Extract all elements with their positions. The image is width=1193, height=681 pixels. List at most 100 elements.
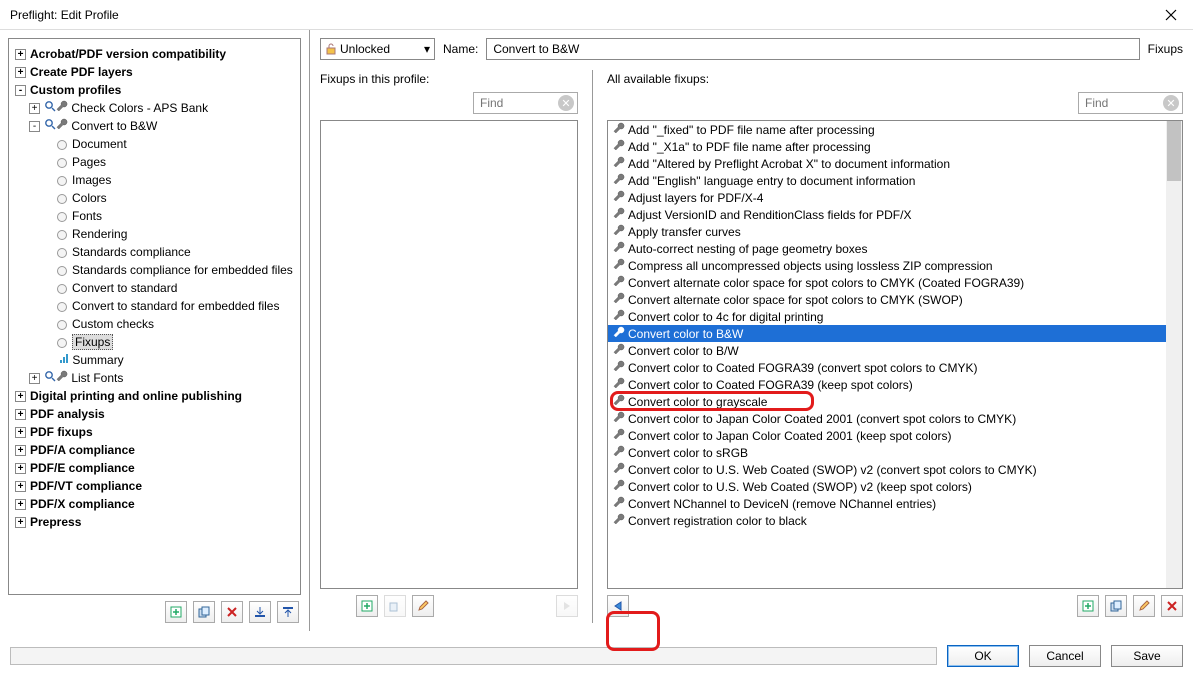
- tree-item-label: List Fonts: [71, 371, 123, 385]
- list-item[interactable]: Convert alternate color space for spot c…: [608, 291, 1182, 308]
- expand-icon[interactable]: +: [15, 49, 26, 60]
- list-item[interactable]: Convert color to Japan Color Coated 2001…: [608, 427, 1182, 444]
- tree-item[interactable]: + Create PDF layers: [15, 63, 296, 81]
- list-item[interactable]: Add "Altered by Preflight Acrobat X" to …: [608, 155, 1182, 172]
- list-item-label: Adjust VersionID and RenditionClass fiel…: [628, 208, 911, 222]
- tree-item[interactable]: +PDF/A compliance: [15, 441, 296, 459]
- tree-item[interactable]: Standards compliance: [43, 243, 296, 261]
- expand-icon[interactable]: +: [15, 391, 26, 402]
- list-item[interactable]: Convert alternate color space for spot c…: [608, 274, 1182, 291]
- duplicate-profile-button[interactable]: [193, 601, 215, 623]
- new-profile-button[interactable]: [165, 601, 187, 623]
- move-left-button[interactable]: [607, 595, 629, 617]
- tree-item[interactable]: Images: [43, 171, 296, 189]
- expand-icon[interactable]: +: [15, 409, 26, 420]
- tree-item[interactable]: +PDF fixups: [15, 423, 296, 441]
- expand-icon[interactable]: +: [29, 103, 40, 114]
- list-item[interactable]: Auto-correct nesting of page geometry bo…: [608, 240, 1182, 257]
- collapse-icon[interactable]: -: [29, 121, 40, 132]
- profile-tree[interactable]: +Acrobat/PDF version compatibility+Creat…: [8, 38, 301, 595]
- expand-icon[interactable]: +: [15, 445, 26, 456]
- lock-dropdown[interactable]: Unlocked ▾: [320, 38, 435, 60]
- tree-item[interactable]: - Convert to B&W: [29, 117, 296, 135]
- list-item[interactable]: Add "_X1a" to PDF file name after proces…: [608, 138, 1182, 155]
- list-item[interactable]: Convert color to Coated FOGRA39 (convert…: [608, 359, 1182, 376]
- tree-item[interactable]: Rendering: [43, 225, 296, 243]
- tree-item-label: PDF/X compliance: [30, 497, 135, 511]
- tree-item-label: Create PDF layers: [30, 65, 133, 79]
- import-profile-button[interactable]: [249, 601, 271, 623]
- expand-icon[interactable]: +: [29, 373, 40, 384]
- list-item[interactable]: Convert color to sRGB: [608, 444, 1182, 461]
- wrench-icon: [612, 411, 626, 426]
- collapse-icon[interactable]: -: [15, 85, 26, 96]
- list-item[interactable]: Convert color to U.S. Web Coated (SWOP) …: [608, 461, 1182, 478]
- expand-icon[interactable]: +: [15, 427, 26, 438]
- tree-item[interactable]: +Acrobat/PDF version compatibility: [15, 45, 296, 63]
- tree-item[interactable]: Colors: [43, 189, 296, 207]
- list-item[interactable]: Apply transfer curves: [608, 223, 1182, 240]
- expand-icon[interactable]: +: [15, 499, 26, 510]
- expand-icon[interactable]: +: [15, 517, 26, 528]
- new-available-fixup-button[interactable]: [1077, 595, 1099, 617]
- list-item[interactable]: Convert color to grayscale: [608, 393, 1182, 410]
- clear-find-all-button[interactable]: ✕: [1163, 95, 1179, 111]
- tree-item[interactable]: + List Fonts: [29, 369, 296, 387]
- edit-available-fixup-button[interactable]: [1133, 595, 1155, 617]
- tree-item[interactable]: +Digital printing and online publishing: [15, 387, 296, 405]
- tree-item[interactable]: Custom checks: [43, 315, 296, 333]
- expand-icon[interactable]: +: [15, 67, 26, 78]
- tree-item[interactable]: +PDF/E compliance: [15, 459, 296, 477]
- fixups-in-profile-list[interactable]: [320, 120, 578, 589]
- scrollbar[interactable]: [1166, 121, 1182, 588]
- clear-find-button[interactable]: ✕: [558, 95, 574, 111]
- delete-available-fixup-button[interactable]: [1161, 595, 1183, 617]
- tree-item-label: Convert to B&W: [71, 119, 157, 133]
- list-item[interactable]: Convert color to 4c for digital printing: [608, 308, 1182, 325]
- scrollbar-thumb[interactable]: [1167, 121, 1181, 181]
- save-button[interactable]: Save: [1111, 645, 1183, 667]
- tree-item[interactable]: +Prepress: [15, 513, 296, 531]
- bullet-icon: [57, 302, 67, 312]
- tree-item[interactable]: Summary: [43, 351, 296, 369]
- tree-item[interactable]: -Custom profiles: [15, 81, 296, 99]
- ok-button[interactable]: OK: [947, 645, 1019, 667]
- export-profile-button[interactable]: [277, 601, 299, 623]
- tree-item[interactable]: Fixups: [43, 333, 296, 351]
- tree-item[interactable]: +PDF analysis: [15, 405, 296, 423]
- tree-item[interactable]: Pages: [43, 153, 296, 171]
- list-item[interactable]: Convert color to B&W: [608, 325, 1182, 342]
- tree-item[interactable]: +PDF/VT compliance: [15, 477, 296, 495]
- list-item[interactable]: Convert color to U.S. Web Coated (SWOP) …: [608, 478, 1182, 495]
- tree-item[interactable]: Convert to standard: [43, 279, 296, 297]
- list-item[interactable]: Convert registration color to black: [608, 512, 1182, 529]
- tree-item[interactable]: + PDF/X compliance: [15, 495, 296, 513]
- tree-item[interactable]: Document: [43, 135, 296, 153]
- list-item[interactable]: Compress all uncompressed objects using …: [608, 257, 1182, 274]
- tree-item-label: Convert to standard: [72, 281, 177, 295]
- list-item[interactable]: Convert color to B/W: [608, 342, 1182, 359]
- bullet-icon: [57, 284, 67, 294]
- tree-item[interactable]: Convert to standard for embedded files: [43, 297, 296, 315]
- list-item[interactable]: Add "English" language entry to document…: [608, 172, 1182, 189]
- all-fixups-list[interactable]: Add "_fixed" to PDF file name after proc…: [607, 120, 1183, 589]
- list-item[interactable]: Convert NChannel to DeviceN (remove NCha…: [608, 495, 1182, 512]
- list-item[interactable]: Adjust VersionID and RenditionClass fiel…: [608, 206, 1182, 223]
- list-item[interactable]: Convert color to Japan Color Coated 2001…: [608, 410, 1182, 427]
- list-item[interactable]: Adjust layers for PDF/X-4: [608, 189, 1182, 206]
- profile-name-input[interactable]: [486, 38, 1139, 60]
- fixups-link[interactable]: Fixups: [1148, 42, 1183, 56]
- delete-profile-button[interactable]: [221, 601, 243, 623]
- expand-icon[interactable]: +: [15, 481, 26, 492]
- cancel-button[interactable]: Cancel: [1029, 645, 1101, 667]
- tree-item[interactable]: + Check Colors - APS Bank: [29, 99, 296, 117]
- tree-item[interactable]: Fonts: [43, 207, 296, 225]
- edit-fixup-button[interactable]: [412, 595, 434, 617]
- duplicate-available-fixup-button[interactable]: [1105, 595, 1127, 617]
- expand-icon[interactable]: +: [15, 463, 26, 474]
- close-button[interactable]: [1149, 0, 1193, 30]
- add-fixup-button[interactable]: [356, 595, 378, 617]
- list-item[interactable]: Convert color to Coated FOGRA39 (keep sp…: [608, 376, 1182, 393]
- tree-item[interactable]: Standards compliance for embedded files: [43, 261, 296, 279]
- list-item[interactable]: Add "_fixed" to PDF file name after proc…: [608, 121, 1182, 138]
